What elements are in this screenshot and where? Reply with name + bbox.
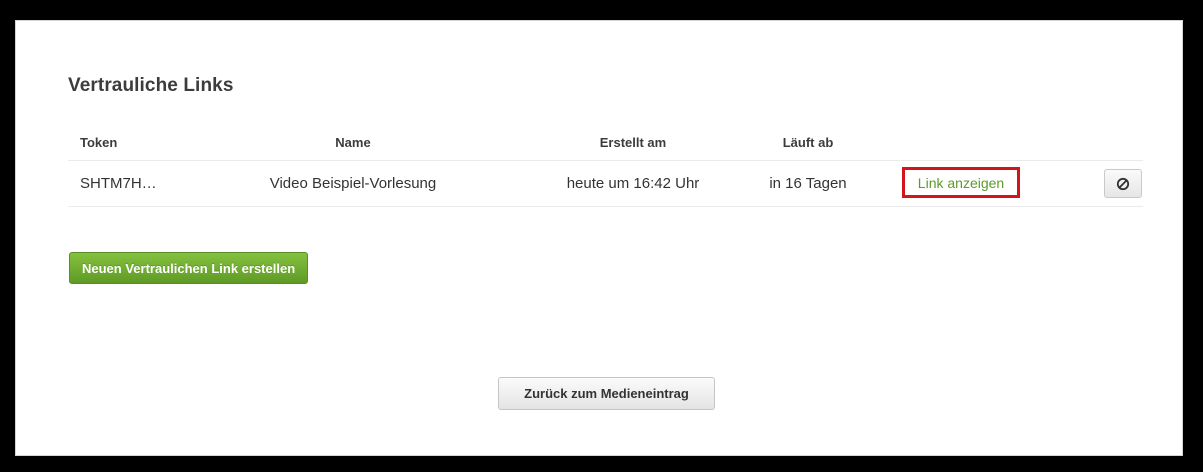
- token-cell: SHTM7H…: [80, 175, 157, 192]
- page-title: Vertrauliche Links: [68, 75, 234, 96]
- show-link-button[interactable]: Link anzeigen: [902, 167, 1020, 198]
- block-icon: [1116, 177, 1130, 190]
- create-confidential-link-button[interactable]: Neuen Vertraulichen Link erstellen: [69, 252, 309, 284]
- table-header: Token Name Erstellt am Läuft ab: [68, 125, 1143, 161]
- column-header-token: Token: [80, 135, 118, 150]
- created-cell: heute um 16:42 Uhr: [566, 175, 700, 192]
- back-to-media-entry-button[interactable]: Zurück zum Medieneintrag: [498, 377, 715, 410]
- revoke-link-button[interactable]: [1104, 169, 1142, 198]
- expires-cell: in 16 Tagen: [769, 175, 847, 192]
- confidential-links-table: Token Name Erstellt am Läuft ab SHTM7H… …: [68, 125, 1143, 207]
- content-panel: Vertrauliche Links Token Name Erstellt a…: [15, 20, 1183, 456]
- column-header-created: Erstellt am: [599, 135, 667, 150]
- name-cell: Video Beispiel-Vorlesung: [269, 175, 437, 192]
- column-header-expires: Läuft ab: [782, 135, 834, 150]
- table-row: SHTM7H… Video Beispiel-Vorlesung heute u…: [68, 161, 1143, 207]
- column-header-name: Name: [335, 135, 371, 150]
